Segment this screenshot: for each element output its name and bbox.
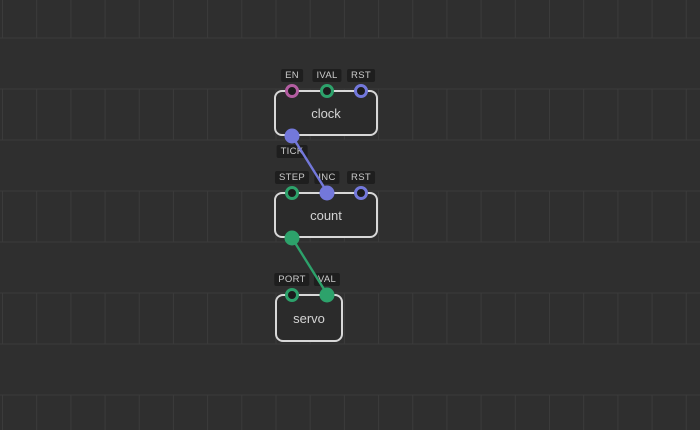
- pin-servo-val[interactable]: [320, 288, 335, 303]
- pin-servo-port[interactable]: [285, 288, 299, 302]
- pin-clock-en[interactable]: [285, 84, 299, 98]
- node-label: servo: [293, 311, 325, 326]
- grid-band: [0, 293, 700, 344]
- node-label: count: [310, 208, 342, 223]
- node-label: clock: [311, 106, 341, 121]
- pin-count-step[interactable]: [285, 186, 299, 200]
- grid-band: [0, 0, 700, 38]
- pin-clock-rst[interactable]: [354, 84, 368, 98]
- grid-band: [0, 395, 700, 430]
- pin-label-ival: IVAL: [312, 69, 341, 82]
- pin-count-inc[interactable]: [320, 186, 335, 201]
- pin-label-en: EN: [281, 69, 303, 82]
- pin-label-rst: RST: [347, 69, 375, 82]
- pin-count-out[interactable]: [285, 231, 300, 246]
- node-box[interactable]: servo: [275, 294, 343, 342]
- node-servo[interactable]: PORT VAL servo: [275, 294, 343, 342]
- patch-canvas[interactable]: EN IVAL RST clock TICK STEP INC RST coun…: [0, 0, 700, 430]
- node-clock[interactable]: EN IVAL RST clock TICK: [274, 90, 378, 136]
- pin-count-rst[interactable]: [354, 186, 368, 200]
- pin-label-step: STEP: [275, 171, 309, 184]
- node-count[interactable]: STEP INC RST count: [274, 192, 378, 238]
- pin-label-rst: RST: [347, 171, 375, 184]
- pin-label-port: PORT: [274, 273, 309, 286]
- pin-clock-ival[interactable]: [320, 84, 334, 98]
- pin-clock-tick[interactable]: [285, 129, 300, 144]
